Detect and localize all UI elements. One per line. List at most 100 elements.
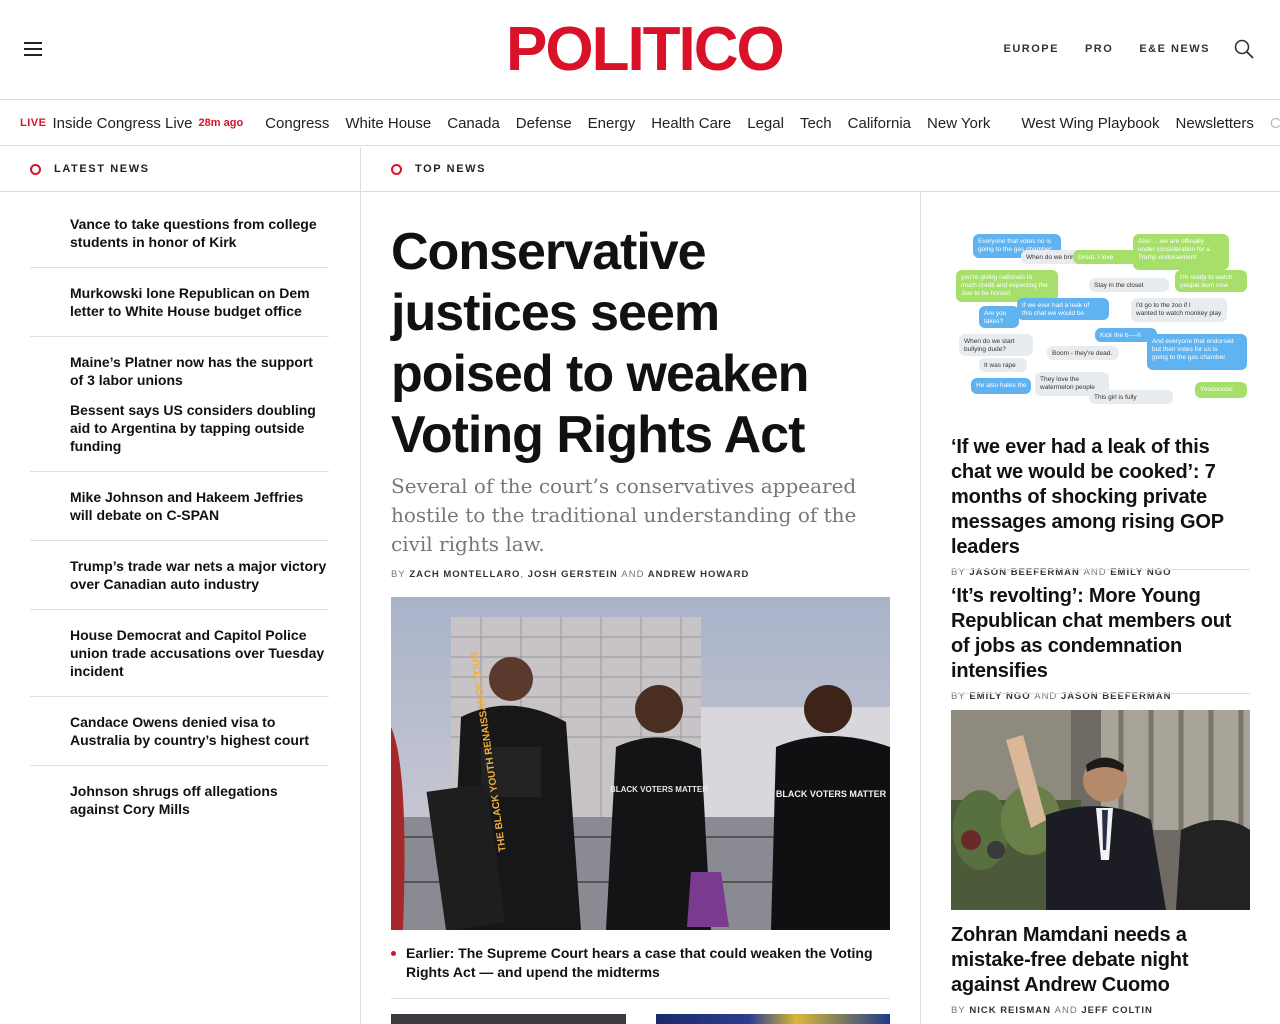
chat-bubble: If we ever had a leak of this chat we wou… [1017,298,1109,320]
chat-bubble: This girl is fully [1089,390,1173,404]
chat-bubble: Great. I love [1073,250,1139,264]
list-item[interactable]: Murkowski lone Republican on Dem letter … [30,268,329,337]
latest-headline[interactable]: Maine’s Platner now has the support of 3… [70,353,329,389]
mamdani-photo[interactable] [951,710,1250,910]
nav-california[interactable]: California [848,115,911,132]
top-nav: EUROPE PRO E&E NEWS [1004,43,1211,55]
nav-canada[interactable]: Canada [447,115,500,132]
live-link[interactable]: Inside Congress Live [52,115,192,132]
chat-bubble-text: He also hates the [976,382,1027,389]
latest-headline[interactable]: Mike Johnson and Hakeem Jeffries will de… [70,488,329,524]
candidate-waving-photo [951,710,1250,910]
chat-bubble: I'm ready to watch people burn now [1175,270,1247,292]
byline-by: BY [391,569,406,580]
lead-photo[interactable]: THE BLACK YOUTH RENAISSANCE TOUR BLACK V… [391,597,890,930]
column-divider [360,147,361,1024]
right-story-1: ‘If we ever had a leak of this chat we w… [951,435,1250,578]
list-item[interactable]: Maine’s Platner now has the support of 3… [30,337,329,393]
story-thumbnail[interactable] [391,1014,626,1024]
list-item[interactable]: Trump’s trade war nets a major victory o… [30,541,329,610]
chat-bubble: He also hates the [971,378,1031,394]
chat-bubbles-graphic: Everyone that votes no is going to the ga… [951,222,1250,412]
column-divider [920,192,921,1024]
circle-icon [30,163,41,175]
latest-news-list: Vance to take questions from college stu… [30,205,329,822]
nav-white-house[interactable]: White House [345,115,431,132]
latest-headline[interactable]: Johnson shrugs off allegations against C… [70,782,329,818]
chat-bubble: Yoooooooo [1195,382,1247,398]
latest-headline[interactable]: Trump’s trade war nets a major victory o… [70,557,329,593]
chat-bubble: Boom - they're dead. [1047,346,1119,360]
chat-bubble: Stay in the closet [1089,278,1169,292]
live-time: 28m ago [198,117,244,129]
divider [951,693,1250,694]
nav-energy[interactable]: Energy [588,115,636,132]
top-news-heading: TOP NEWS [361,147,1280,192]
top-news-label: TOP NEWS [415,163,487,175]
story-headline[interactable]: ‘If we ever had a leak of this chat we w… [951,435,1250,560]
nav-defense[interactable]: Defense [516,115,572,132]
shirt-text: BLACK VOTERS MATTER [610,785,708,794]
circle-icon [391,163,402,175]
chat-bubble: you're giving nationals to much credit an… [956,270,1058,302]
nav-congress[interactable]: Congress [265,115,329,132]
byline-and: AND [1054,1005,1078,1016]
byline-comma: , [520,569,525,580]
author-link[interactable]: JOSH GERSTEIN [528,569,618,580]
chat-bubble: I'd go to the zoo if Iwanted to watch mo… [1131,298,1227,322]
nav-new-york[interactable]: New York [927,115,990,132]
story-thumbnail[interactable] [656,1014,890,1024]
author-link[interactable]: NICK REISMAN [969,1005,1051,1016]
latest-headline[interactable]: Vance to take questions from college stu… [70,215,329,251]
chat-bubble-text: Kick the b----h [1100,332,1141,339]
nav-pro[interactable]: PRO [1085,43,1113,55]
section-nav: LIVE Inside Congress Live 28m ago Congre… [0,101,1280,146]
chat-bubble-text: I'm ready to watch people burn now [1180,274,1233,289]
author-link[interactable]: JEFF COLTIN [1081,1005,1153,1016]
byline-and: AND [621,569,645,580]
latest-headline[interactable]: Bessent says US considers doubling aid t… [70,401,329,455]
chat-bubble: And everyone that endorsed but then votes… [1147,334,1247,370]
right-story-3: Zohran Mamdani needs a mistake-free deba… [951,923,1250,1016]
chat-bubble-text: Boom - they're dead. [1052,350,1112,357]
shirt-text: BLACK VOTERS MATTER [776,789,887,799]
hamburger-menu-icon[interactable] [24,42,42,58]
story-headline[interactable]: Zohran Mamdani needs a mistake-free deba… [951,923,1250,998]
nav-legal[interactable]: Legal [747,115,784,132]
related-headline[interactable]: Earlier: The Supreme Court hears a case … [406,945,873,980]
lead-story: Conservative justices seem poised to wea… [391,222,891,580]
latest-headline[interactable]: House Democrat and Capitol Police union … [70,626,329,680]
supreme-court-protest-photo: THE BLACK YOUTH RENAISSANCE TOUR BLACK V… [391,597,890,930]
lead-headline[interactable]: Conservative justices seem poised to wea… [391,222,891,466]
list-item[interactable]: Mike Johnson and Hakeem Jeffries will de… [30,472,329,541]
chat-bubble-text: Great. I love [1078,254,1114,261]
chat-bubble-text: Stay in the closet [1094,282,1144,289]
logo-text: POLITICO [506,15,785,84]
politico-logo[interactable]: POLITICO [506,15,785,84]
author-link[interactable]: ANDREW HOWARD [648,569,750,580]
list-item[interactable]: Vance to take questions from college stu… [30,205,329,268]
list-item[interactable]: Bessent says US considers doubling aid t… [30,393,329,472]
nav-overflow-item[interactable]: C [1270,115,1280,132]
related-story[interactable]: Earlier: The Supreme Court hears a case … [391,944,890,999]
group-chat-illustration[interactable]: Everyone that votes no is going to the ga… [951,222,1250,412]
chat-bubble: When do we start bullying dude? [959,334,1033,356]
nav-health-care[interactable]: Health Care [651,115,731,132]
story-headline[interactable]: ‘It’s revolting’: More Young Republican … [951,584,1250,684]
chat-bubble-text: If we ever had a leak of this chat we wou… [1022,302,1089,317]
lead-dek: Several of the court’s conservatives app… [391,474,857,556]
latest-news-heading: LATEST NEWS [0,147,360,192]
latest-headline[interactable]: Candace Owens denied visa to Australia b… [70,713,329,749]
search-icon[interactable] [1234,39,1254,59]
nav-europe[interactable]: EUROPE [1004,43,1059,55]
list-item[interactable]: House Democrat and Capitol Police union … [30,610,329,697]
nav-ee-news[interactable]: E&E NEWS [1139,43,1210,55]
nav-newsletters[interactable]: Newsletters [1176,115,1254,132]
nav-west-wing-playbook[interactable]: West Wing Playbook [1021,115,1159,132]
author-link[interactable]: ZACH MONTELLARO [409,569,520,580]
nav-tech[interactable]: Tech [800,115,832,132]
chat-bubble: Also ... we are officially under consider… [1133,234,1229,270]
latest-headline[interactable]: Murkowski lone Republican on Dem letter … [70,284,329,320]
list-item[interactable]: Candace Owens denied visa to Australia b… [30,697,329,766]
list-item[interactable]: Johnson shrugs off allegations against C… [30,766,329,822]
